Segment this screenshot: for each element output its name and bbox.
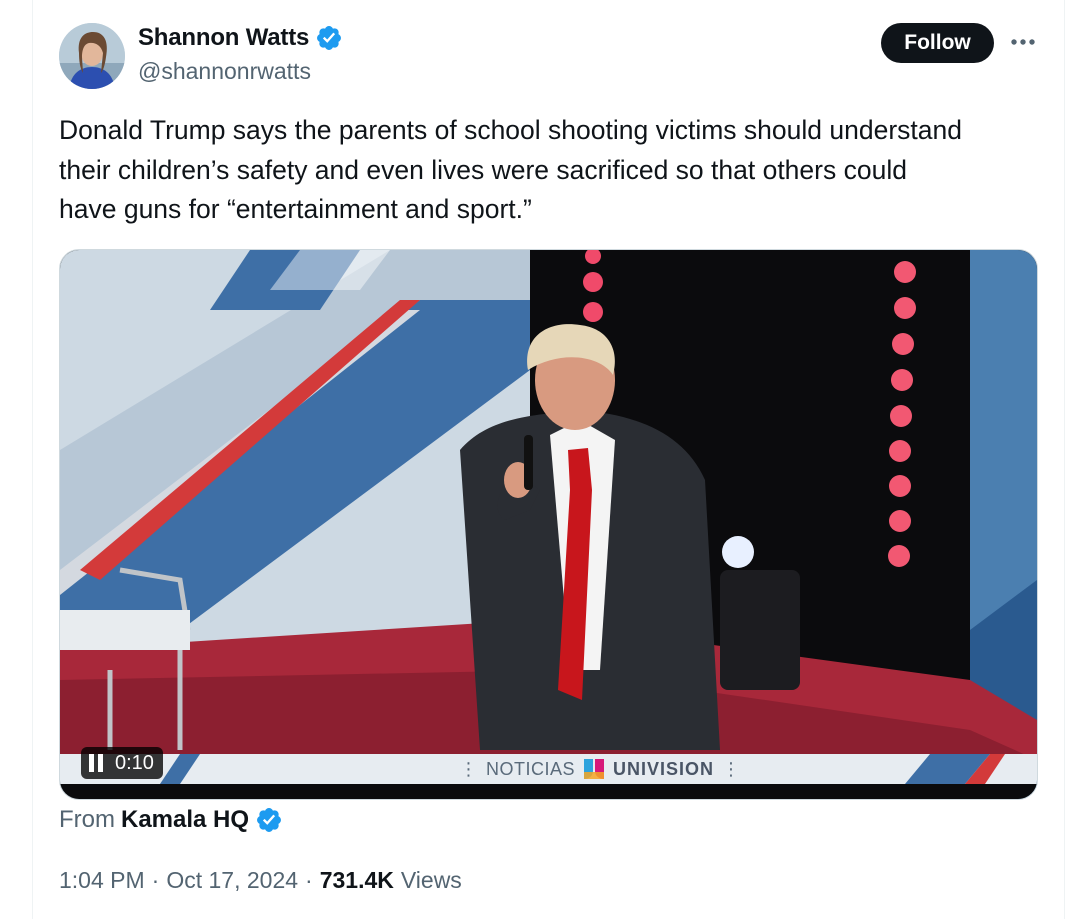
video-play-pause-control[interactable]: 0:10 [81,747,163,779]
views-label: Views [400,867,462,893]
meta-separator: · [305,867,313,893]
author-name[interactable]: Shannon Watts [138,24,309,52]
source-account-link[interactable]: Kamala HQ [121,806,249,834]
tweet-date[interactable]: Oct 17, 2024 [166,867,298,894]
univision-logo-icon [584,759,604,779]
verified-badge-icon [317,26,342,50]
follow-button[interactable]: Follow [881,23,994,63]
lower-third-separator-right: ⋮ [722,758,741,779]
lower-third-separator-left: ⋮ [459,758,478,779]
video-lower-third: ⋮ NOTICIAS UNIVISION ⋮ [195,756,1005,782]
video-timestamp: 0:10 [115,751,154,774]
video-player[interactable]: ⋮ NOTICIAS UNIVISION ⋮ 0:10 [59,249,1038,800]
meta-separator: · [151,867,160,893]
lower-third-noticias: NOTICIAS [485,758,575,779]
more-horizontal-icon [1011,39,1035,45]
tweet-time[interactable]: 1:04 PM [59,867,145,894]
author-name-row[interactable]: Shannon Watts [138,24,343,52]
views-count: 731.4K [319,867,394,893]
pause-icon [89,754,105,772]
tweet-meta: 1:04 PM · Oct 17, 2024 · 731.4K Views [59,867,462,894]
from-label: From [59,806,115,833]
avatar-image [59,23,125,89]
verified-badge-icon [257,808,282,832]
author-handle[interactable]: @shannonrwatts [138,58,311,85]
avatar[interactable] [59,23,125,89]
more-options-button[interactable] [1006,24,1040,60]
lower-third-univision: UNIVISION [613,758,715,779]
tweet-text: Donald Trump says the parents of school … [59,115,962,224]
video-attribution: From Kamala HQ [59,806,283,834]
video-frame [60,250,1037,799]
